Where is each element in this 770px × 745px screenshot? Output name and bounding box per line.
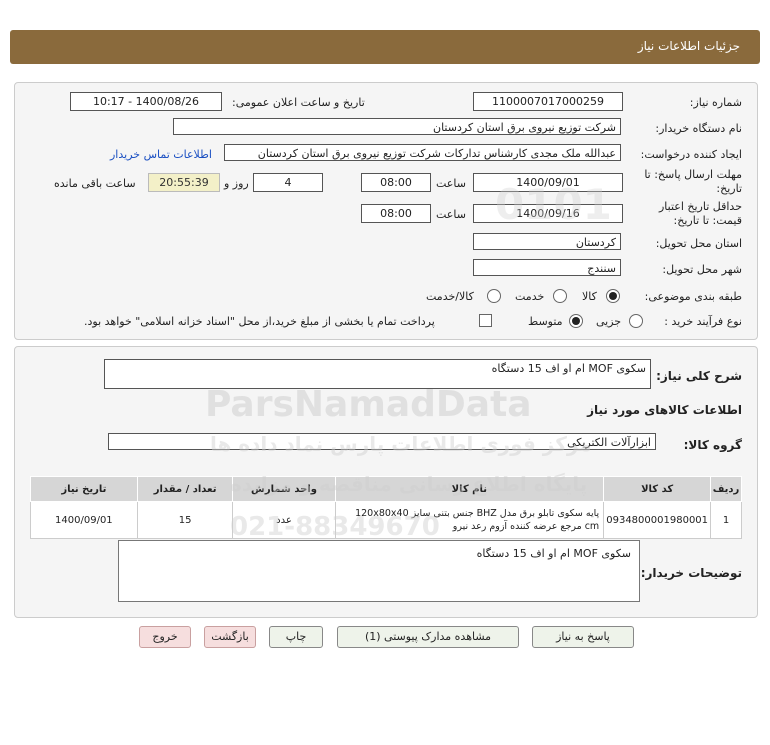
reply-button[interactable]: پاسخ به نیاز [532,626,634,648]
province-label: استان محل تحویل: [655,237,742,250]
validity-date-field: 1400/09/16 [473,204,623,223]
goods-table: ردیف کد کالا نام کالا واحد شمارش تعداد /… [30,476,742,539]
page-header: جزئیات اطلاعات نیاز [10,30,760,64]
validity-label-1: حداقل تاریخ اعتبار [658,200,742,213]
category-goods-label: کالا [582,290,597,303]
cell-qty: 15 [136,501,234,539]
requester-label: ایجاد کننده درخواست: [640,148,742,161]
treasury-payment-checkbox[interactable] [479,314,492,327]
contact-buyer-link[interactable]: اطلاعات تماس خریدار [110,148,212,161]
goods-group-field: ابزارآلات الکتریکی [108,433,656,450]
attachments-button[interactable]: مشاهده مدارک پیوستی (1) [337,626,519,648]
treasury-payment-note: پرداخت تمام یا بخشی از مبلغ خرید،از محل … [84,315,435,328]
buyer-org-field: شرکت توزیع نیروی برق استان کردستان [173,118,621,135]
validity-time-field: 08:00 [361,204,431,223]
cell-name: پایه سکوی تابلو برق مدل BHZ جنس بتنی سای… [334,501,605,539]
days-field: 4 [253,173,323,192]
goods-group-label: گروه کالا: [683,438,742,452]
col-qty: تعداد / مقدار [136,476,234,502]
province-field: کردستان [473,233,621,250]
category-label: طبقه بندی موضوعی: [644,290,742,303]
days-label: روز و [224,177,249,190]
deadline-label-1: مهلت ارسال پاسخ: تا [644,168,742,181]
exit-button[interactable]: خروج [139,626,191,648]
back-button[interactable]: بازگشت [204,626,256,648]
deadline-date-field: 1400/09/01 [473,173,623,192]
page-title: جزئیات اطلاعات نیاز [637,39,740,53]
process-minor-label: جزیی [596,315,622,328]
deadline-label-2: تاریخ: [716,182,742,195]
process-medium-label: متوسط [528,315,563,328]
buyer-notes-field: سکوی MOF ام او اف 15 دستگاه [118,540,640,602]
category-goods-radio[interactable] [606,289,620,303]
remaining-time-field: 20:55:39 [148,173,220,192]
col-date: تاریخ نیاز [30,476,138,502]
cell-code: 0934800001980001 [603,501,712,539]
city-field: سنندج [473,259,621,276]
print-button[interactable]: چاپ [269,626,323,648]
need-number-label: شماره نیاز: [689,96,742,109]
col-name: نام کالا [334,476,605,502]
category-service-radio[interactable] [553,289,567,303]
col-row: ردیف [710,476,742,502]
cell-date: 1400/09/01 [30,501,138,539]
process-medium-radio[interactable] [569,314,583,328]
announce-label: تاریخ و ساعت اعلان عمومی: [232,96,365,109]
remaining-label: ساعت باقی مانده [54,177,136,190]
buyer-org-label: نام دستگاه خریدار: [655,122,742,135]
deadline-time-label: ساعت [436,177,466,190]
need-summary-field: سکوی MOF ام او اف 15 دستگاه [104,359,651,389]
validity-time-label: ساعت [436,208,466,221]
process-minor-radio[interactable] [629,314,643,328]
cell-unit: عدد [232,501,336,539]
category-goods-service-radio[interactable] [487,289,501,303]
process-label: نوع فرآیند خرید : [664,315,742,328]
category-goods-service-label: کالا/خدمت [426,290,474,303]
cell-row: 1 [710,501,742,539]
deadline-time-field: 08:00 [361,173,431,192]
col-unit: واحد شمارش [232,476,336,502]
need-number-field: 1100007017000259 [473,92,623,111]
need-summary-label: شرح کلی نیاز: [656,369,742,383]
announce-field: 1400/08/26 - 10:17 [70,92,222,111]
goods-info-title: اطلاعات کالاهای مورد نیاز [587,403,742,417]
goods-table-header: ردیف کد کالا نام کالا واحد شمارش تعداد /… [30,476,742,502]
requester-field: عبدالله ملک مجدی کارشناس تدارکات شرکت تو… [224,144,621,161]
validity-label-2: قیمت: تا تاریخ: [673,214,742,227]
category-service-label: خدمت [515,290,545,303]
table-row: 1 0934800001980001 پایه سکوی تابلو برق م… [30,501,742,539]
city-label: شهر محل تحویل: [662,263,742,276]
col-code: کد کالا [603,476,712,502]
buyer-notes-label: توضیحات خریدار: [640,566,742,580]
